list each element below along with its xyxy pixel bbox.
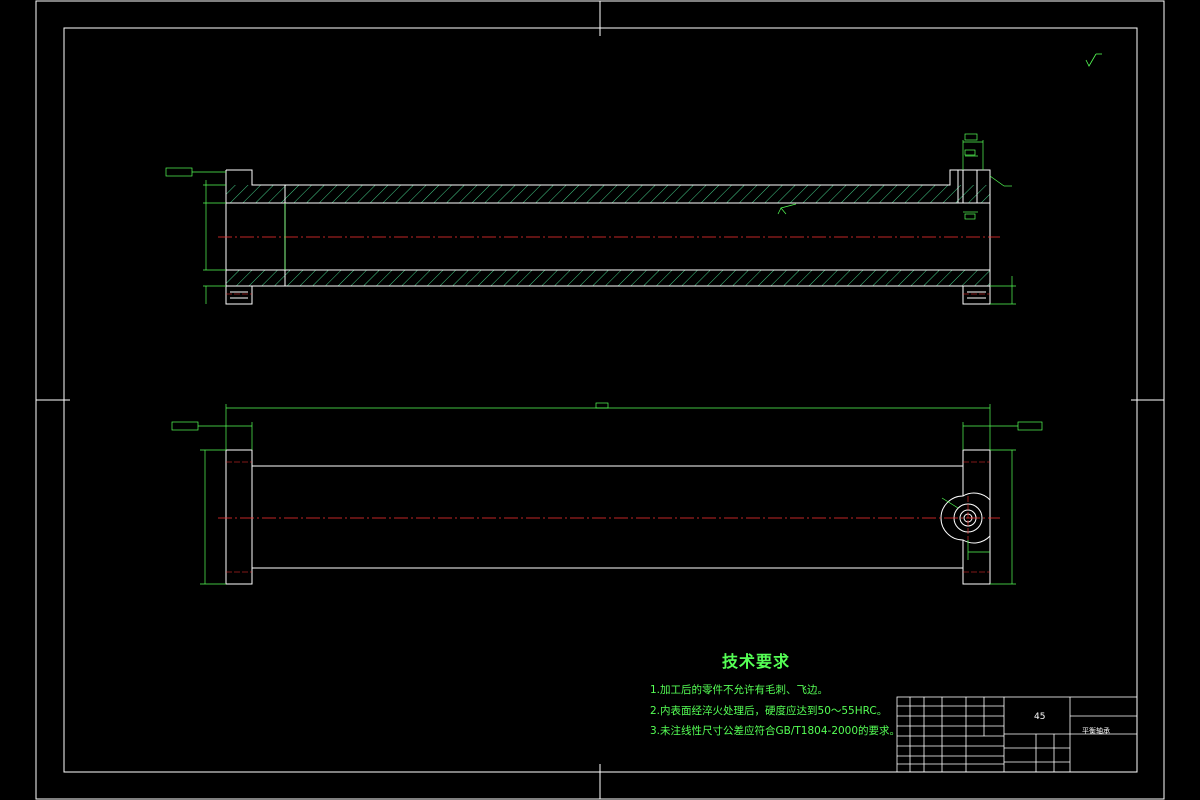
cad-drawing-sheet <box>35 0 1165 800</box>
title-block-part-name: 平衡轴承 <box>1082 727 1110 735</box>
tech-requirement-1: 1.加工后的零件不允许有毛刺、飞边。 <box>650 684 829 696</box>
tech-requirement-3: 3.未注线性尺寸公差应符合GB/T1804-2000的要求。 <box>650 725 901 737</box>
drawing-frame <box>35 0 1165 800</box>
roughness-symbol <box>1085 53 1102 67</box>
tech-requirements-title: 技术要求 <box>722 652 791 671</box>
lower-wall-hatch <box>226 270 990 286</box>
plan-view <box>171 402 1043 585</box>
upper-wall-hatch <box>226 185 990 203</box>
title-block-material: 45 <box>1034 712 1046 722</box>
plan-dimensions <box>171 402 1043 585</box>
section-view <box>165 133 1016 305</box>
tech-requirement-2: 2.内表面经淬火处理后，硬度应达到50～55HRC。 <box>650 705 888 717</box>
